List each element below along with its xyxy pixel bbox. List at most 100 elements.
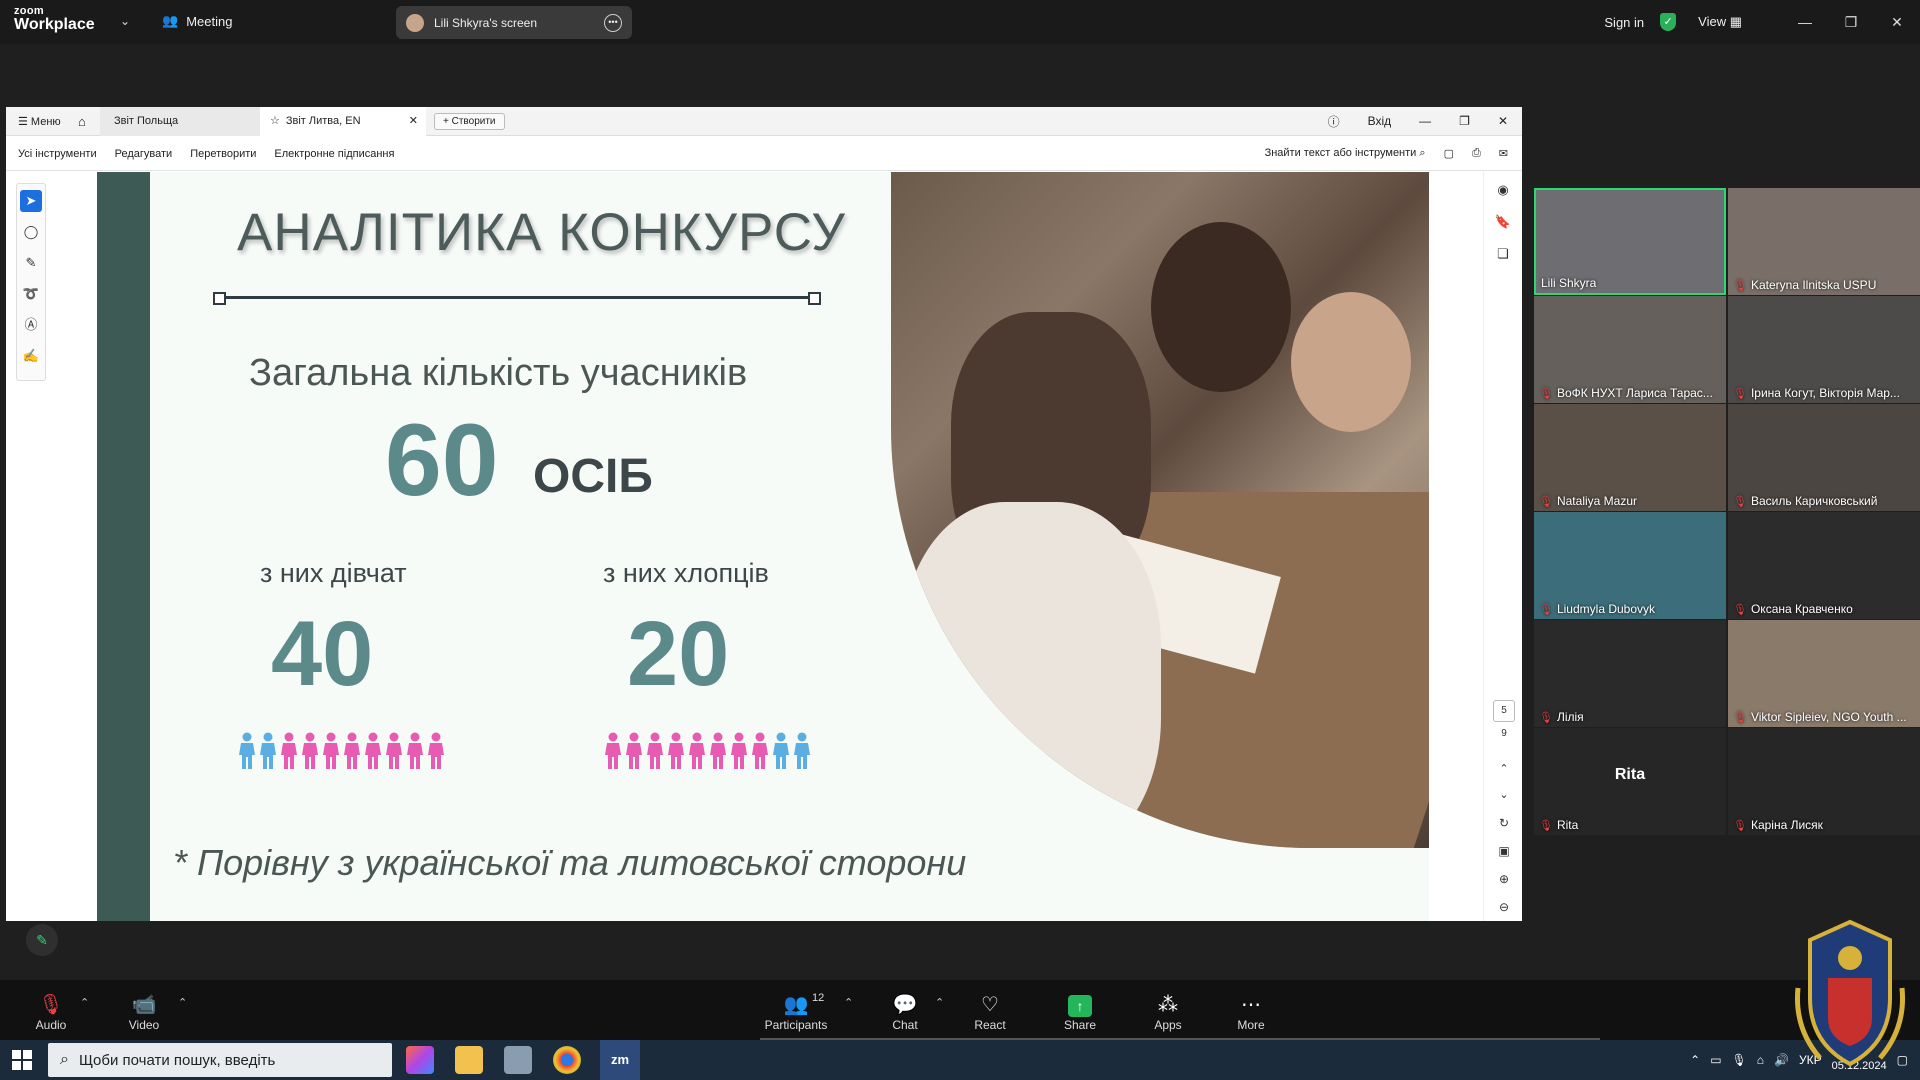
participant-tile[interactable]: 🎙 Viktor Sipleiev, NGO Youth ... — [1728, 620, 1920, 727]
zoom-in-icon[interactable]: ⊕ — [1493, 872, 1515, 886]
network-icon[interactable]: ▭ — [1710, 1053, 1721, 1067]
bookmark-icon[interactable]: 🔖 — [1492, 214, 1514, 236]
tool-all[interactable]: Усі інструменти — [18, 148, 97, 160]
rotate-icon[interactable]: ↻ — [1493, 816, 1515, 830]
star-icon: ☆ — [270, 114, 280, 127]
select-icon[interactable]: ➤ — [20, 190, 42, 212]
wifi-icon[interactable]: ⌂ — [1757, 1053, 1764, 1067]
home-icon[interactable]: ⌂ — [78, 114, 100, 129]
copilot-icon[interactable] — [406, 1046, 434, 1074]
close-icon[interactable]: ✕ — [1498, 114, 1508, 128]
chevron-down-icon[interactable]: ⌄ — [120, 14, 130, 28]
pdf-toolbar: Усі інструменти Редагувати Перетворити Е… — [6, 137, 1522, 171]
screen-share-pill[interactable]: Lili Shkyra's screen ••• — [396, 6, 632, 39]
presentation-slide: АНАЛІТИКА КОНКУРСУ Загальна кількість уч… — [97, 172, 1429, 921]
react-button[interactable]: ♡ React — [955, 992, 1025, 1032]
lasso-icon[interactable]: ➰ — [20, 283, 42, 305]
comment-icon[interactable]: ◯ — [20, 221, 42, 243]
participant-tile[interactable]: Rita 🎙 Rita — [1534, 728, 1726, 835]
chat-options-caret[interactable]: ⌃ — [935, 996, 944, 1009]
minimize-icon[interactable]: — — [1419, 114, 1431, 128]
tab-zvit-lytva[interactable]: ☆ Звіт Литва, EN ✕ — [260, 106, 426, 136]
find-tools-search[interactable]: Знайти текст або інструменти ⌕ — [1265, 147, 1426, 160]
participants-options-caret[interactable]: ⌃ — [844, 996, 853, 1009]
page-number-input[interactable]: 5 — [1493, 700, 1515, 722]
pages-icon[interactable]: ❏ — [1492, 246, 1514, 268]
restore-icon[interactable]: ❐ — [1828, 14, 1874, 31]
audio-options-caret[interactable]: ⌃ — [80, 996, 89, 1009]
mail-icon[interactable]: ✉ — [1499, 147, 1508, 160]
photo-person — [1151, 222, 1291, 392]
chat-button[interactable]: 💬 Chat — [870, 992, 940, 1032]
tool-esign[interactable]: Електронне підписання — [274, 148, 394, 160]
participant-tile[interactable]: 🎙 Kateryna Ilnitska USPU — [1728, 188, 1920, 295]
tool-edit[interactable]: Редагувати — [115, 148, 173, 160]
menu-label: Меню — [30, 115, 61, 128]
mic-muted-icon: 🎙 — [1539, 819, 1553, 832]
more-options-icon[interactable]: ••• — [604, 13, 622, 32]
stamp-icon[interactable]: ✍ — [20, 345, 42, 367]
meeting-menu[interactable]: 👥 Meeting — [162, 13, 232, 29]
mic-icon[interactable]: 🎙 — [1732, 1053, 1747, 1067]
windows-start-icon[interactable] — [12, 1050, 32, 1070]
text-box-icon[interactable]: Ⓐ — [20, 314, 42, 336]
participant-name: 🎙 Оксана Кравченко — [1733, 602, 1853, 616]
participant-name: Lili Shkyra — [1541, 276, 1596, 290]
chrome-icon[interactable] — [553, 1046, 581, 1074]
page-up-icon[interactable]: ⌃ — [1493, 762, 1515, 775]
print-icon[interactable]: ⎙ — [1472, 147, 1481, 160]
apps-button[interactable]: ⁂ Apps — [1133, 992, 1203, 1032]
girls-people-icons — [237, 732, 446, 770]
annotate-pen-icon[interactable]: ✎ — [26, 924, 58, 956]
minimize-icon[interactable]: — — [1782, 14, 1828, 30]
participant-tile[interactable]: 🎙 Ірина Когут, Вікторія Мар... — [1728, 296, 1920, 403]
sign-in-link[interactable]: Sign in — [1604, 15, 1644, 30]
person-icon — [773, 732, 789, 769]
zoom-out-icon[interactable]: ⊖ — [1493, 900, 1515, 914]
participant-tile[interactable]: 🎙 ВоФК НУХТ Лариса Тарас... — [1534, 296, 1726, 403]
file-explorer-icon[interactable] — [455, 1046, 483, 1074]
audio-label: Audio — [35, 1018, 67, 1032]
login-button[interactable]: Вхід — [1368, 114, 1392, 128]
share-button[interactable]: ↑ Share — [1045, 992, 1115, 1032]
pen-icon[interactable]: ✎ — [20, 252, 42, 274]
participant-name: 🎙 ВоФК НУХТ Лариса Тарас... — [1539, 386, 1713, 400]
participant-tile[interactable]: 🎙 Василь Каричковський — [1728, 404, 1920, 511]
view-button[interactable]: View ▦ — [1698, 14, 1742, 30]
fit-page-icon[interactable]: ▣ — [1493, 844, 1515, 858]
participant-tile[interactable]: Lili Shkyra — [1534, 188, 1726, 295]
participant-tile[interactable]: 🎙 Nataliya Mazur — [1534, 404, 1726, 511]
participant-tile[interactable]: 🎙 Liudmyla Dubovyk — [1534, 512, 1726, 619]
tool-convert[interactable]: Перетворити — [190, 148, 256, 160]
react-label: React — [974, 1018, 1006, 1032]
participants-label: Participants — [764, 1018, 828, 1032]
participant-tile[interactable]: 🎙 Лілія — [1534, 620, 1726, 727]
taskbar-search-input[interactable]: ⌕ Щоби почати пошук, введіть — [48, 1043, 392, 1077]
chevron-up-icon[interactable]: ⌃ — [1690, 1053, 1700, 1067]
participant-tile[interactable]: 🎙 Оксана Кравченко — [1728, 512, 1920, 619]
total-participants-label: Загальна кількість учасників — [249, 352, 748, 394]
pdf-menu-button[interactable]: ☰ Меню — [18, 115, 78, 128]
participant-tile[interactable]: 🎙 Каріна Лисяк — [1728, 728, 1920, 835]
app-icon[interactable] — [504, 1046, 532, 1074]
avatar — [406, 13, 424, 32]
video-options-caret[interactable]: ⌃ — [178, 996, 187, 1009]
person-icon — [626, 732, 642, 769]
audio-button[interactable]: 🎙 Audio — [16, 992, 86, 1032]
tab-zvit-polshcha[interactable]: Звіт Польща — [100, 106, 260, 136]
video-button[interactable]: 📹 Video — [109, 992, 179, 1032]
save-icon[interactable]: ▢ — [1444, 147, 1454, 160]
restore-icon[interactable]: ❐ — [1459, 114, 1470, 128]
help-icon[interactable]: ⓘ — [1328, 113, 1340, 130]
zoom-app-icon[interactable]: zm — [600, 1040, 640, 1080]
volume-icon[interactable]: 🔊 — [1774, 1053, 1789, 1067]
page-down-icon[interactable]: ⌄ — [1493, 788, 1515, 801]
participant-name-text: Lili Shkyra — [1541, 276, 1597, 290]
close-icon[interactable]: ✕ — [1874, 14, 1920, 31]
shield-icon[interactable]: ✓ — [1660, 13, 1677, 31]
more-button[interactable]: ⋯ More — [1216, 992, 1286, 1032]
new-tab-button[interactable]: + Створити — [434, 112, 505, 130]
close-tab-icon[interactable]: ✕ — [409, 107, 418, 136]
comment-panel-icon[interactable]: ◉ — [1492, 182, 1514, 204]
person-icon — [668, 732, 684, 769]
